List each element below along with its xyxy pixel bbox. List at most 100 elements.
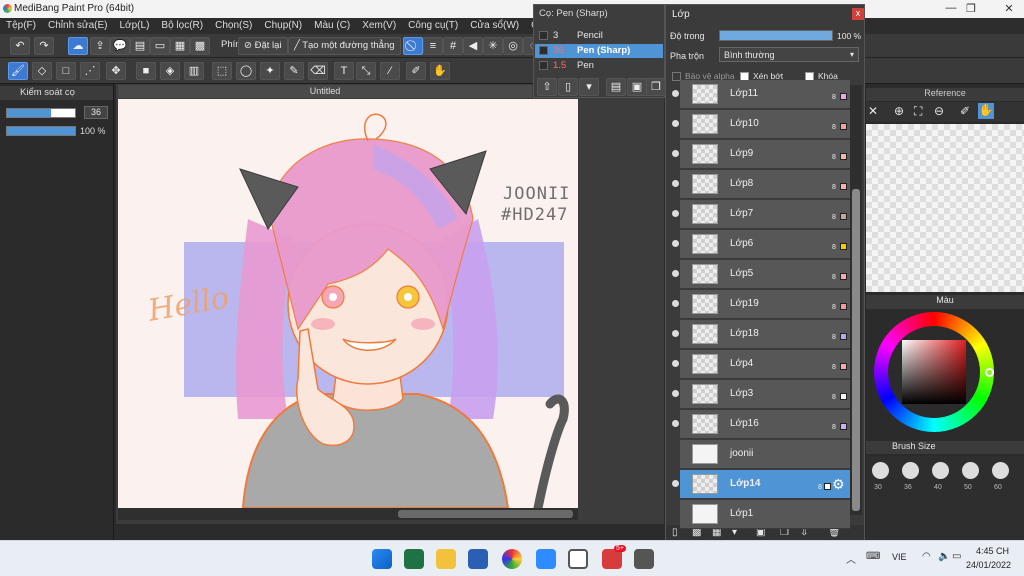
grid-icon[interactable]: ▩ [190,37,210,55]
brush-item-pen-sharp[interactable]: 36 Pen (Sharp) [535,44,663,58]
chrome-icon[interactable] [502,549,522,569]
zoom-in-icon[interactable]: ⊕ [894,104,904,118]
eye-icon[interactable] [672,270,679,277]
close-button[interactable]: ✕ [1000,2,1018,16]
layer-row[interactable]: Lớp18 8 [672,320,850,349]
gear-icon[interactable]: ⚙ [832,476,845,493]
menu-window[interactable]: Cửa sổ(W) [464,18,525,34]
brush-size-slider[interactable] [6,108,76,118]
select-tool-icon[interactable]: ⬚ [212,62,232,80]
menu-color[interactable]: Màu (C) [308,18,356,34]
perspective-snap-icon[interactable]: ◀ [463,37,483,55]
brush-size-30[interactable]: 30 [866,458,894,498]
layer-row[interactable]: Lớp4 8 [672,350,850,379]
material-icon[interactable]: ▦ [170,37,190,55]
keyboard-icon[interactable]: ⌨ [866,551,880,562]
select-pen-icon[interactable]: ✎ [284,62,304,80]
brush-tool-icon[interactable]: 🖌 [8,62,28,80]
layer-row[interactable]: Lớp16 8 [672,410,850,439]
bucket-tool-icon[interactable]: ◈ [160,62,180,80]
brush-size-36[interactable]: 36 [896,458,924,498]
eye-icon[interactable] [672,120,679,127]
clock-date[interactable]: 24/01/2022 [966,560,1011,570]
fill-rect-tool-icon[interactable]: ■ [136,62,156,80]
magic-wand-icon[interactable]: ✦ [260,62,280,80]
menu-tools[interactable]: Công cụ(T) [402,18,464,34]
operation-tool-icon[interactable]: ⤡ [356,62,376,80]
brush-item-pencil[interactable]: 3 Pencil [535,29,663,43]
horizontal-scroll-thumb[interactable] [398,510,573,518]
word-icon[interactable] [468,549,488,569]
menu-filter[interactable]: Bộ lọc(R) [155,18,209,34]
color-wheel[interactable] [874,312,994,432]
layer-row[interactable]: joonii [680,440,850,469]
eye-icon[interactable] [672,210,679,217]
close-icon[interactable]: ✕ [868,104,878,118]
gradient-tool-icon[interactable]: ▥ [184,62,204,80]
grid-snap-icon[interactable]: # [443,37,463,55]
layer-row[interactable]: Lớp5 8 [672,260,850,289]
layer-row-selected[interactable]: Lớp14 8 ⚙ [672,470,850,499]
eyedropper-tool-icon[interactable]: ✐ [406,62,426,80]
layer-row[interactable]: Lớp19 8 [672,290,850,319]
comment-icon[interactable]: 💬 [110,37,130,55]
new-layer-icon[interactable]: ▯ [672,527,678,538]
layer-row[interactable]: Lớp10 8 [672,110,850,139]
language-indicator[interactable]: VIE [892,552,907,562]
menu-select[interactable]: Chọn(S) [209,18,258,34]
eye-icon[interactable] [672,330,679,337]
divide-tool-icon[interactable]: ⁄ [380,62,400,80]
layer-row[interactable]: Lớp7 8 [672,200,850,229]
eye-icon[interactable] [672,150,679,157]
maximize-button[interactable]: ❐ [962,2,980,16]
zoom-out-icon[interactable]: ⊖ [934,104,944,118]
circle-snap-icon[interactable]: ◎ [503,37,523,55]
undo-icon[interactable]: ↶ [10,37,30,55]
reset-button[interactable]: ⊘ Đặt lại [238,37,288,55]
brush-size-50[interactable]: 50 [956,458,984,498]
hue-handle[interactable] [985,368,994,377]
new-brush-icon[interactable]: ▯ [558,78,578,96]
menu-file[interactable]: Tệp(F) [0,18,42,34]
layer-opacity-slider[interactable] [719,30,833,41]
menu-edit[interactable]: Chỉnh sửa(E) [42,18,114,34]
battery-icon[interactable]: ▭ [952,551,961,562]
eyedropper-icon[interactable]: ✐ [960,104,970,118]
calculator-icon[interactable] [634,549,654,569]
eye-icon[interactable] [672,360,679,367]
clock-time[interactable]: 4:45 CH [976,546,1009,556]
page-icon[interactable]: ▭ [150,37,170,55]
add-brush-icon[interactable]: ⇧ [537,78,557,96]
drawing-canvas[interactable]: JOONII #HD247 Hello [118,99,578,508]
saturation-square[interactable] [902,340,966,404]
snap-off-icon[interactable]: ⃠ [403,37,423,55]
eye-icon[interactable] [672,300,679,307]
layer-row[interactable]: Lớp3 8 [672,380,850,409]
fit-icon[interactable]: ⛶ [914,104,922,119]
medibang-icon[interactable] [568,549,588,569]
brush-opacity-slider[interactable] [6,126,76,136]
dot-tool-icon[interactable]: ⋰ [80,62,100,80]
minimize-button[interactable]: — [942,2,960,16]
windows-start-icon[interactable] [372,549,392,569]
brush-settings-icon[interactable]: ▤ [606,78,626,96]
eye-icon[interactable] [672,480,679,487]
menu-snap[interactable]: Chụp(N) [258,18,308,34]
select-eraser-icon[interactable]: ⌫ [308,62,328,80]
horizontal-scrollbar[interactable] [118,508,578,520]
share-icon[interactable]: ⇪ [90,37,110,55]
file-explorer-icon[interactable] [436,549,456,569]
brush-size-60[interactable]: 60 [986,458,1014,498]
brush-size-value[interactable]: 36 [84,106,108,119]
eye-icon[interactable] [672,420,679,427]
brush-copy-icon[interactable]: ❐ [646,78,666,96]
move-tool-icon[interactable]: ✥ [106,62,126,80]
eye-icon[interactable] [672,180,679,187]
blend-mode-select[interactable]: Bình thường ▾ [719,47,859,62]
eye-icon[interactable] [672,390,679,397]
layer-panel-close-button[interactable]: x [852,8,864,20]
text-tool-icon[interactable]: T [334,62,354,80]
eraser-tool-icon[interactable]: ◇ [32,62,52,80]
redo-icon[interactable]: ↷ [34,37,54,55]
menu-view[interactable]: Xem(V) [356,18,402,34]
